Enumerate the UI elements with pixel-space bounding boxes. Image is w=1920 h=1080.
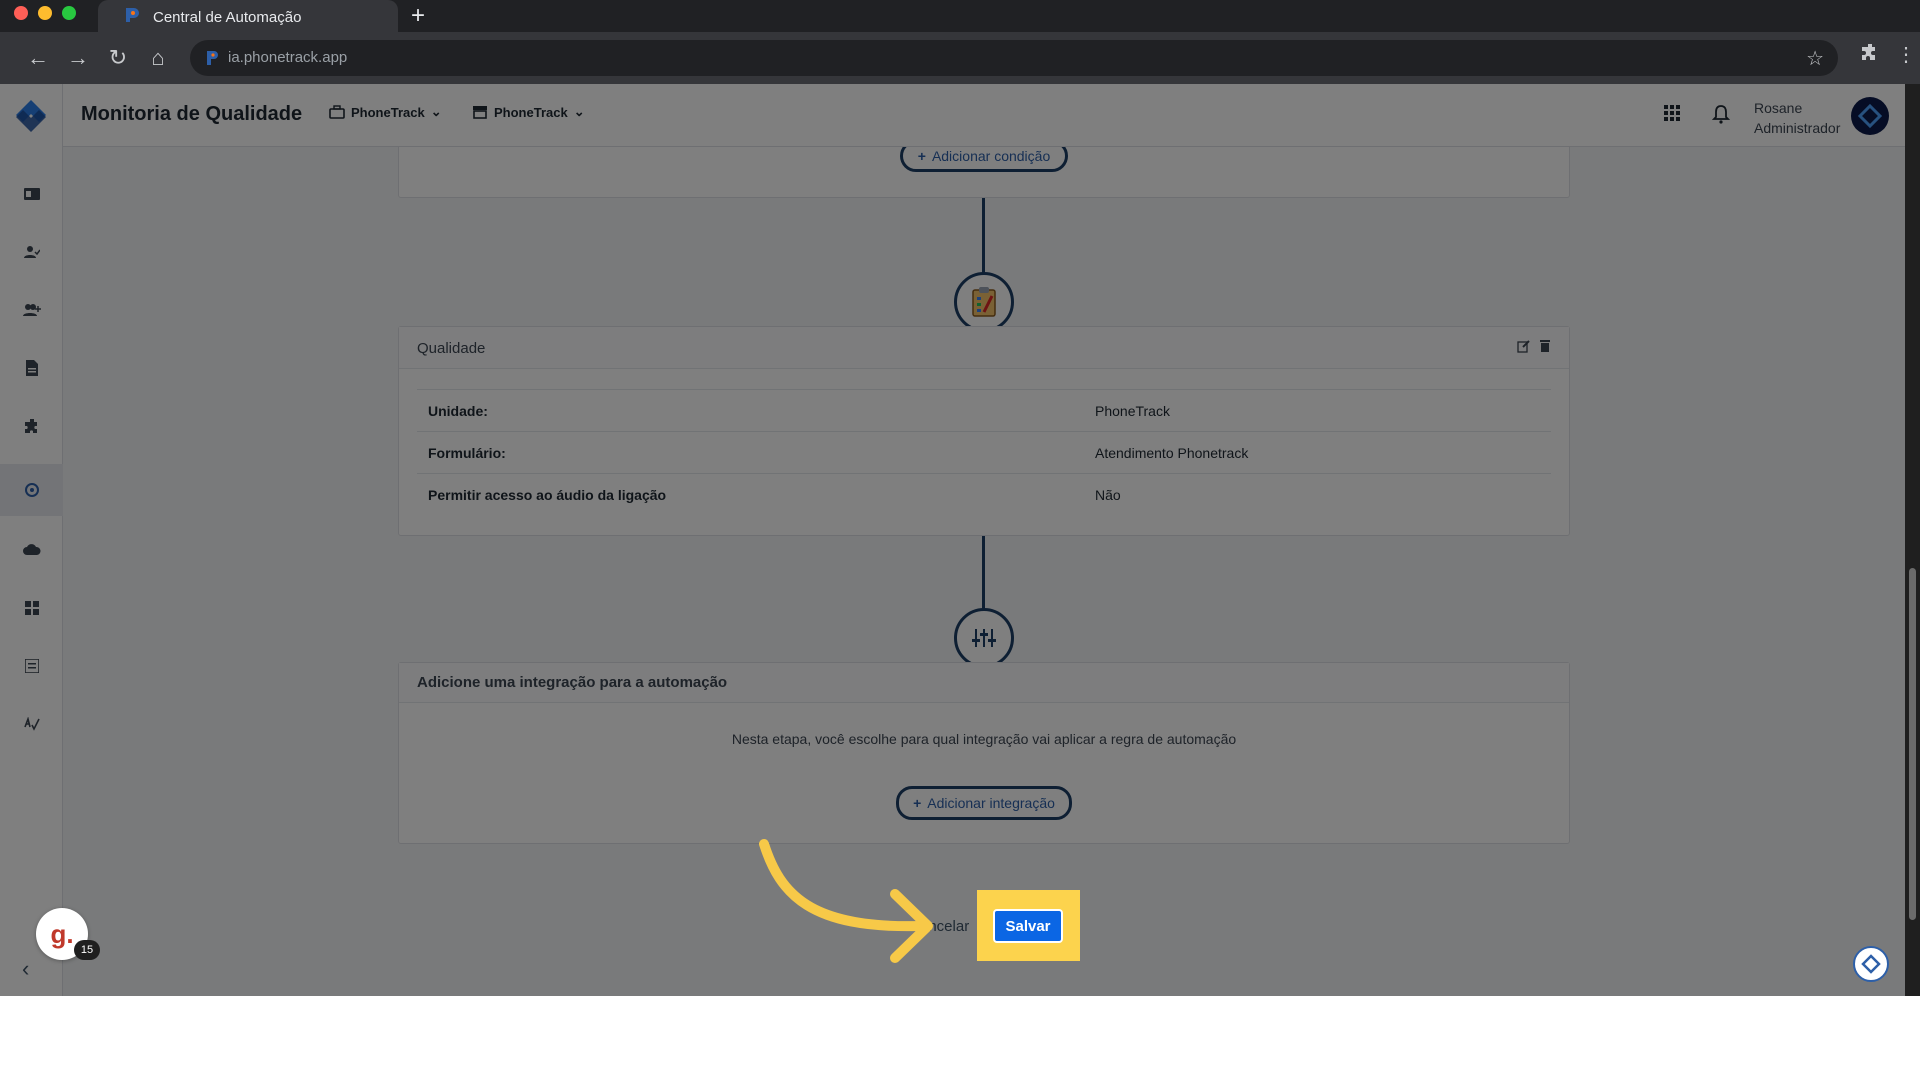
add-integration-button[interactable]: + Adicionar integração <box>896 786 1072 820</box>
kv-row: Unidade: PhoneTrack <box>417 389 1551 431</box>
integration-card-header: Adicione uma integração para a automação <box>399 663 1569 703</box>
browser-menu-icon[interactable]: ⋮ <box>1896 42 1916 67</box>
site-icon <box>207 51 218 65</box>
kv-value: PhoneTrack <box>1095 403 1170 419</box>
clipboard-icon <box>972 287 996 317</box>
home-icon[interactable]: ⌂ <box>144 44 172 72</box>
scrollbar-thumb[interactable] <box>1909 568 1916 920</box>
quality-card-header: Qualidade <box>399 327 1569 369</box>
close-window-button[interactable] <box>14 6 28 20</box>
user-role: Administrador <box>1754 120 1841 136</box>
page-title: Monitoria de Qualidade <box>81 103 303 125</box>
avatar[interactable] <box>1851 97 1889 135</box>
kv-value: Não <box>1095 487 1121 503</box>
reload-icon[interactable]: ↻ <box>104 44 132 72</box>
automation-icon[interactable] <box>0 464 63 516</box>
company-selector-label: PhoneTrack <box>351 104 425 120</box>
kv-row: Formulário: Atendimento Phonetrack <box>417 431 1551 473</box>
extensions-icon[interactable] <box>1860 42 1880 68</box>
phonetrack-logo-icon[interactable] <box>10 96 52 136</box>
add-integration-label: Adicionar integração <box>927 795 1055 811</box>
chat-widget-button[interactable] <box>1853 946 1889 982</box>
new-tab-button[interactable]: + <box>405 3 431 29</box>
browser-tab[interactable]: Central de Automação <box>98 0 398 34</box>
kv-row: Permitir acesso ao áudio da ligação Não <box>417 473 1551 515</box>
add-condition-label: Adicionar condição <box>931 148 1051 164</box>
url-text: ia.phonetrack.app <box>228 49 348 66</box>
quality-step-node <box>954 272 1014 332</box>
company-selector[interactable]: PhoneTrack ⌄ <box>329 104 442 120</box>
phonetrack-favicon-icon <box>126 8 139 22</box>
collapse-sidebar-icon[interactable]: ‹ <box>22 956 29 982</box>
forward-icon[interactable]: → <box>64 44 92 72</box>
puzzle-icon[interactable] <box>0 406 63 446</box>
quality-card: Qualidade Unidade: PhoneTrack Formulário… <box>398 326 1570 536</box>
unit-selector-label: PhoneTrack <box>494 104 568 120</box>
user-check-icon[interactable] <box>0 232 63 272</box>
flow-connector <box>982 536 985 616</box>
integration-description: Nesta etapa, você escolhe para qual inte… <box>731 731 1237 747</box>
list-icon[interactable] <box>0 646 63 686</box>
user-info[interactable]: Rosane Administrador <box>1754 98 1840 138</box>
bell-icon[interactable] <box>1711 104 1731 129</box>
integration-step-node <box>954 608 1014 668</box>
kv-value: Atendimento Phonetrack <box>1095 445 1249 461</box>
document-icon[interactable] <box>0 348 63 388</box>
users-plus-icon[interactable] <box>0 290 63 330</box>
kv-key: Formulário: <box>428 445 506 461</box>
back-icon[interactable]: ← <box>24 44 52 72</box>
cloud-upload-icon[interactable] <box>0 530 63 570</box>
save-button[interactable]: Salvar <box>993 909 1063 943</box>
screen: Central de Automação + ← → ↻ ⌂ ia.phonet… <box>0 0 1920 1080</box>
notification-badge: 15 <box>74 940 100 960</box>
app-window: + Adicionar condição Qualidade Unidade: … <box>0 84 1920 996</box>
trash-icon[interactable] <box>1539 339 1551 358</box>
minimize-window-button[interactable] <box>38 6 52 20</box>
sliders-icon <box>972 629 996 647</box>
id-card-icon[interactable] <box>0 174 63 214</box>
browser-toolbar: ← → ↻ ⌂ ia.phonetrack.app ☆ ⋮ <box>0 32 1920 84</box>
kv-key: Permitir acesso ao áudio da ligação <box>428 487 667 503</box>
briefcase-icon <box>329 105 345 119</box>
chevron-down-icon: ⌄ <box>430 104 442 119</box>
tab-title: Central de Automação <box>153 9 302 26</box>
plus-icon: + <box>913 795 922 811</box>
integration-card-title: Adicione uma integração para a automação <box>417 674 728 691</box>
user-name: Rosane <box>1754 100 1803 116</box>
plus-icon: + <box>917 148 926 164</box>
app-header: Monitoria de Qualidade PhoneTrack ⌄ Phon… <box>0 84 1920 147</box>
sidebar <box>0 84 63 996</box>
kv-key: Unidade: <box>428 403 488 419</box>
bookmark-star-icon[interactable]: ☆ <box>1806 46 1824 71</box>
browser-tab-bar: Central de Automação + <box>0 0 1920 34</box>
store-icon <box>473 106 487 119</box>
dashboard-icon[interactable] <box>0 588 63 628</box>
scrollbar[interactable] <box>1905 84 1920 996</box>
phonetrack-logo-icon <box>1857 103 1883 129</box>
edit-icon[interactable] <box>1517 339 1531 358</box>
chevron-down-icon: ⌄ <box>573 104 585 119</box>
phonetrack-logo-icon <box>1861 954 1881 974</box>
address-bar[interactable]: ia.phonetrack.app ☆ <box>190 40 1838 76</box>
maximize-window-button[interactable] <box>62 6 76 20</box>
apps-grid-icon[interactable] <box>1663 104 1681 127</box>
signature-icon[interactable] <box>0 704 63 744</box>
pointer-arrow-icon <box>759 839 933 963</box>
quality-card-title: Qualidade <box>417 340 486 357</box>
unit-selector[interactable]: PhoneTrack ⌄ <box>472 104 585 120</box>
